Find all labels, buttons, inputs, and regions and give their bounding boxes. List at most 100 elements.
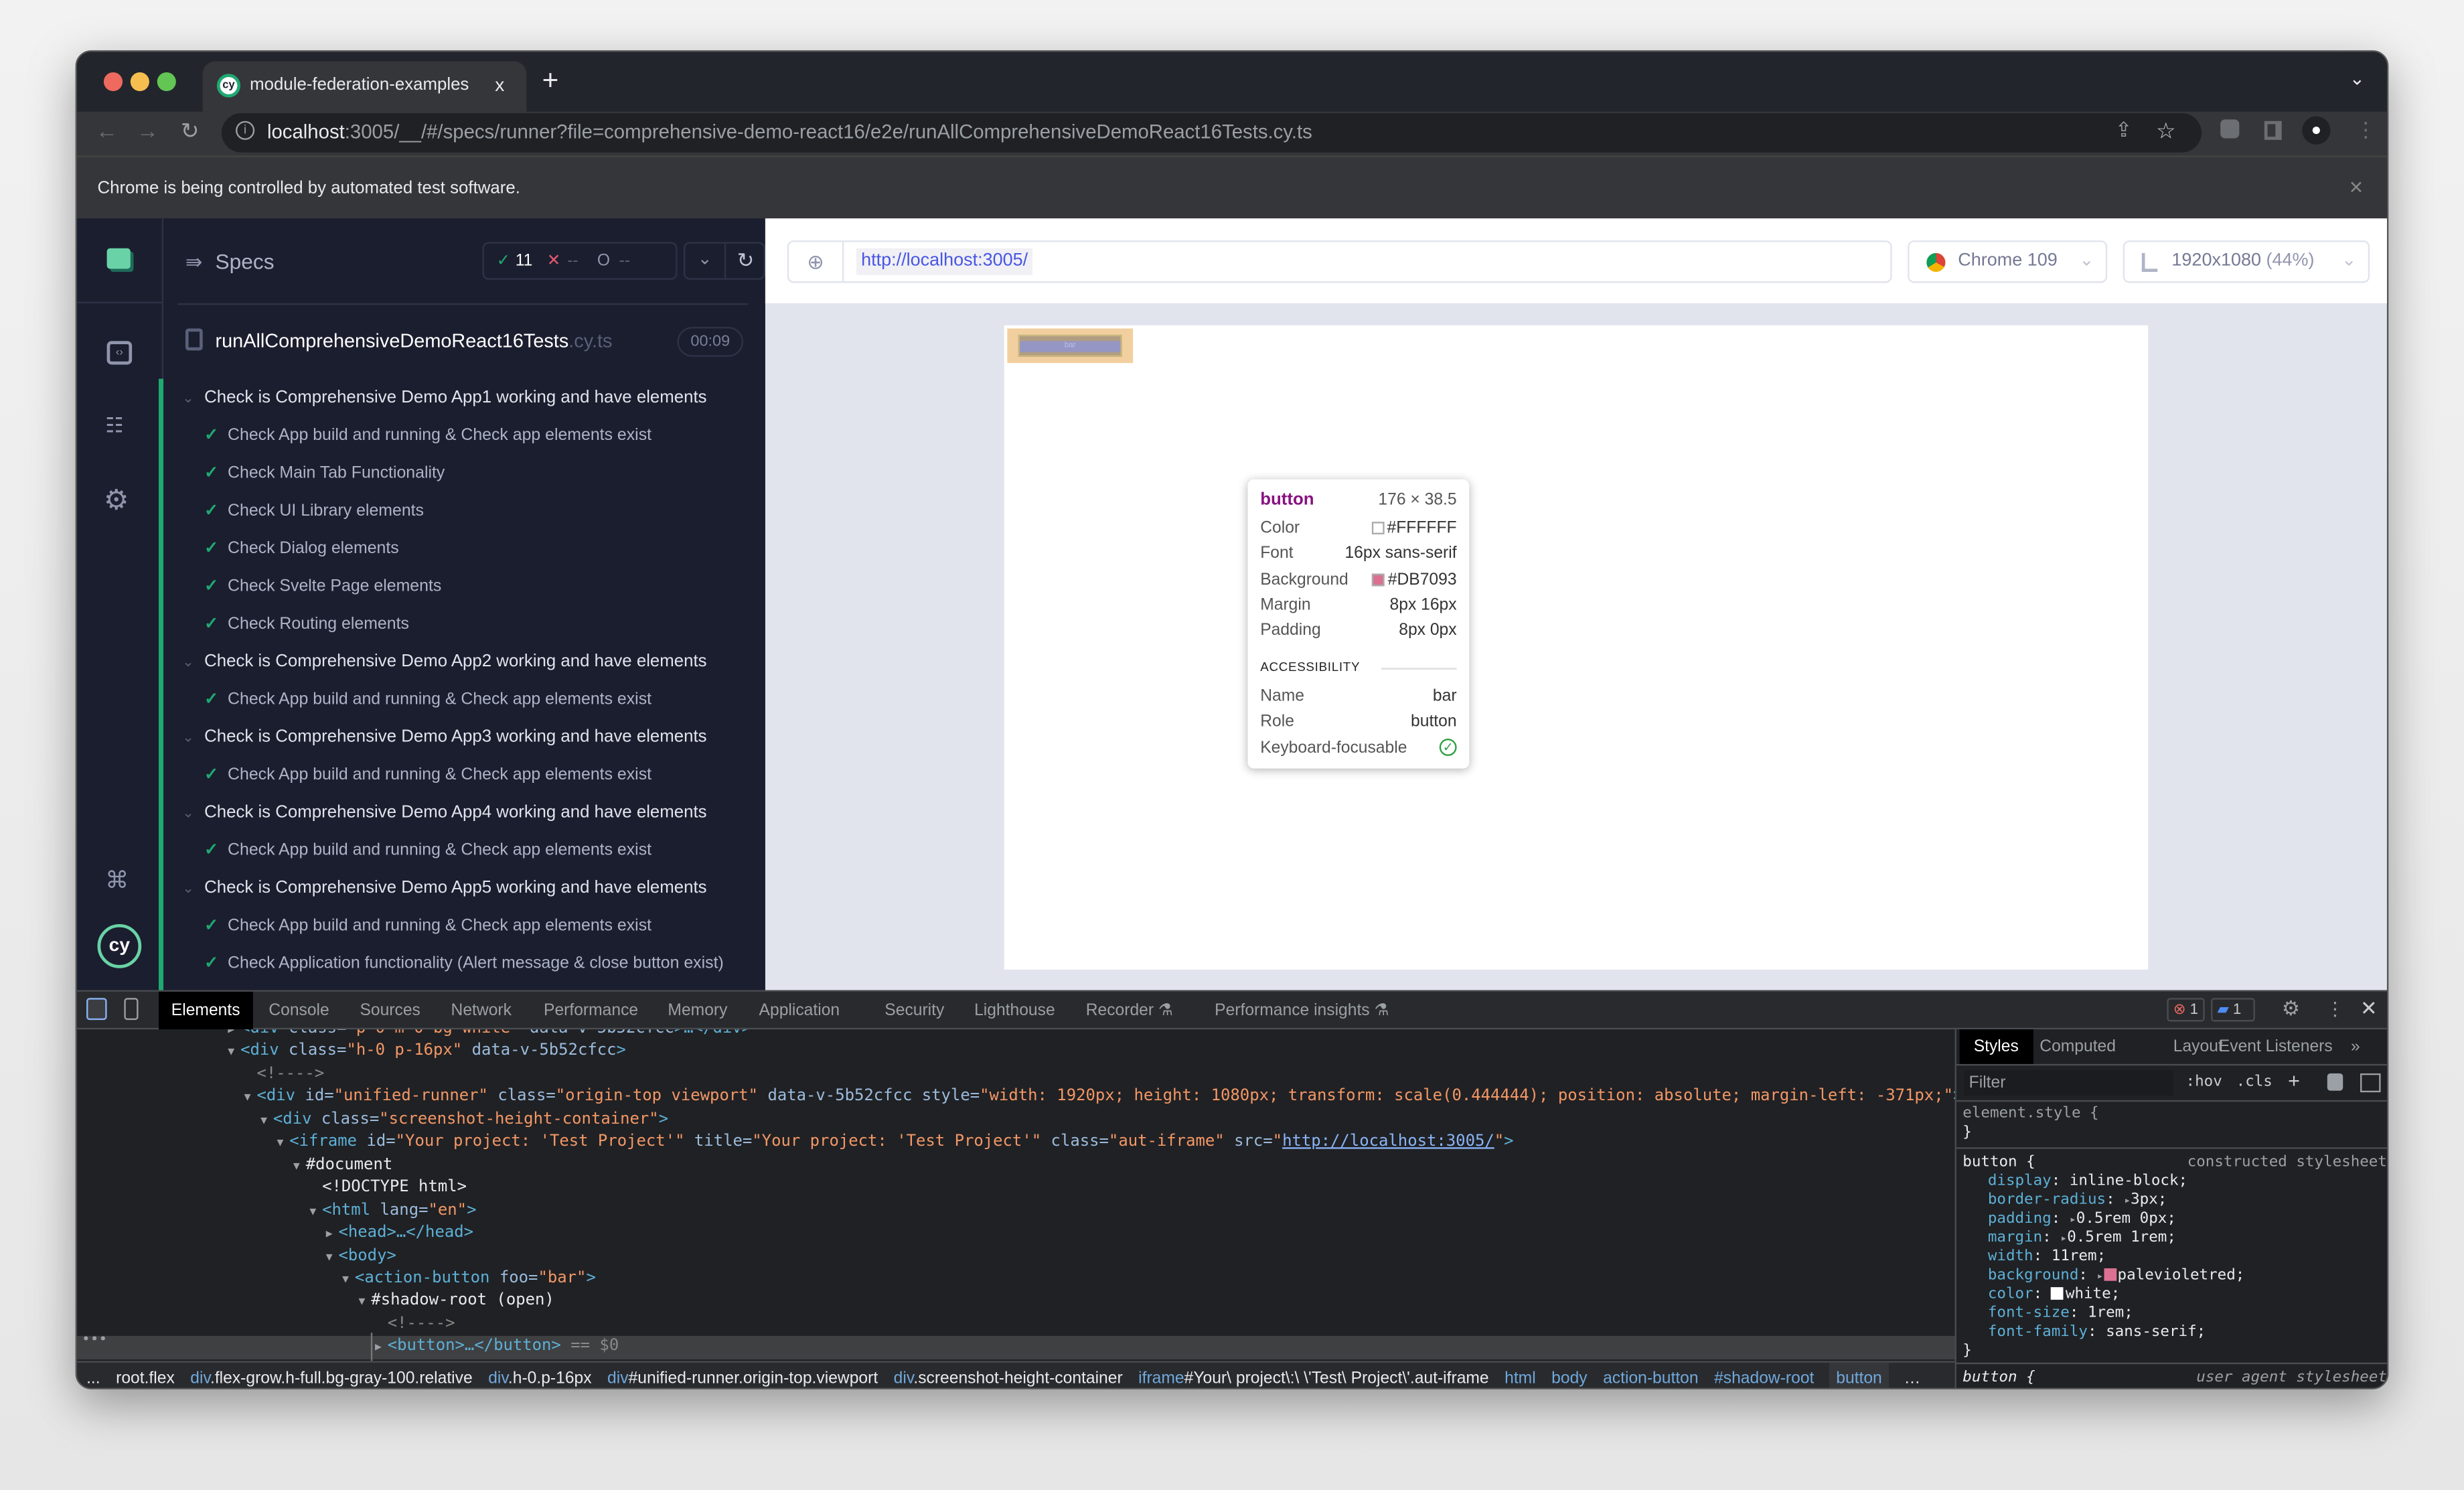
rule-source-link[interactable]: constructed stylesheet [2187,1154,2387,1171]
breadcrumb-item[interactable]: body [1551,1363,1587,1388]
sidebar-tab-2[interactable]: Layout [2173,1029,2223,1064]
expanded-triangle-icon[interactable]: ▼ [359,1291,372,1314]
browser-tab[interactable]: cy module-federation-examples x [202,61,527,112]
close-devtools-icon[interactable]: ✕ [2360,996,2378,1022]
devtools-tab-performance[interactable]: Performance [544,992,638,1029]
css-property[interactable]: width: 11rem; [1988,1248,2106,1265]
bookmark-star-icon[interactable]: ☆ [2156,118,2175,145]
new-style-rule-button[interactable]: + [2288,1069,2300,1092]
breadcrumb-item[interactable]: button [1829,1362,1889,1388]
breadcrumb-item[interactable]: #shadow-root [1714,1363,1814,1388]
dom-node[interactable]: ▼ #document [77,1154,1955,1177]
devtools-tab-elements[interactable]: Elements [159,991,253,1030]
site-info-icon[interactable]: i [236,121,255,140]
css-property[interactable]: padding: ▸0.5rem 0px; [1988,1210,2176,1227]
test-item[interactable]: ✓ Check Routing elements [204,605,739,643]
expanded-triangle-icon[interactable]: ▼ [293,1154,306,1177]
dom-node[interactable]: ▶ <head>…</head> [77,1223,1955,1246]
forward-icon[interactable]: → [137,118,159,143]
devtools-tab-memory[interactable]: Memory [668,992,727,1029]
test-item[interactable]: ✓ Check App build and running & Check app… [204,680,739,718]
styles-filter-input[interactable]: Filter [1964,1070,2173,1096]
devtools-menu-icon[interactable]: ⋮ [2325,998,2344,1020]
maximize-window-button[interactable] [157,72,176,92]
test-item[interactable]: ✓ Check UI Library elements [204,492,739,530]
expanded-triangle-icon[interactable]: ▼ [277,1132,289,1154]
keyboard-shortcuts-icon[interactable]: ⌘ [105,866,129,894]
cypress-logo-icon[interactable]: cy [97,923,142,968]
test-suite[interactable]: ⌄ Check is Comprehensive Demo App1 workin… [182,379,706,417]
css-property[interactable]: color: white; [1988,1286,2120,1303]
dom-node[interactable]: <!DOCTYPE html> [77,1177,1955,1200]
profile-avatar-icon[interactable]: ● [2302,116,2331,145]
sidebar-tab-3[interactable]: Event Listeners [2219,1029,2333,1064]
devtools-settings-gear-icon[interactable]: ⚙ [2282,996,2300,1022]
minimize-window-button[interactable] [130,72,149,92]
test-item[interactable]: ✓ Check Svelte Page elements [204,567,739,605]
runs-nav-icon[interactable]: ☷ [105,413,123,439]
test-item[interactable]: ✓ Check Application functionality (Alert … [204,944,739,982]
paint-roller-icon[interactable] [2327,1073,2343,1091]
sidebar-tab-0[interactable]: Styles [1959,1029,2033,1064]
devtools-tab-sources[interactable]: Sources [360,992,420,1029]
breadcrumb-item[interactable]: div.h-0.p-16px [488,1363,591,1388]
toggle-sidebar-icon[interactable] [2360,1073,2381,1093]
dom-node[interactable]: ▼ <div id="unified-runner" class="origin-… [77,1087,1955,1110]
errors-badge[interactable]: ⊗ 1 [2167,998,2205,1022]
test-item[interactable]: ✓ Check App build and running & Check app… [204,756,739,794]
css-property[interactable]: border-radius: ▸3px; [1988,1191,2167,1209]
inspect-element-icon[interactable] [86,998,107,1021]
dom-token[interactable]: http://localhost:3005/ [1282,1134,1494,1151]
sidebar-tab-4[interactable]: » [2351,1029,2360,1064]
sidebar-tab-1[interactable]: Computed [2039,1029,2116,1064]
rerun-icon[interactable]: ↻ [726,244,765,279]
color-swatch-icon[interactable] [2051,1287,2064,1300]
css-property[interactable]: font-size: 1rem; [1988,1305,2133,1322]
breadcrumb-item[interactable]: div.flex-grow.h-full.bg-gray-100.relativ… [190,1363,472,1388]
specs-nav-icon[interactable]: ‹› [106,341,133,365]
dom-node[interactable]: <!----> [77,1314,1955,1337]
test-suite[interactable]: ⌄ Check is Comprehensive Demo App3 workin… [182,719,706,756]
breadcrumb-item[interactable]: ... [86,1363,100,1388]
specs-list-icon[interactable]: ⇛ [185,250,203,275]
chrome-menu-icon[interactable]: ⋮ [2356,118,2376,143]
share-icon[interactable]: ⇪ [2115,118,2133,143]
devtools-tab-security[interactable]: Security [884,992,944,1029]
test-item[interactable]: ✓ Check App build and running & Check app… [204,417,739,454]
dom-node[interactable]: ▶<div class="p-0 m-0 bg-white" data-v-5b… [77,1029,1955,1041]
test-item[interactable]: ✓ Check Main Tab Functionality [204,454,739,492]
breadcrumb-item[interactable]: div#unified-runner.origin-top.viewport [607,1363,878,1388]
expanded-triangle-icon[interactable]: ▼ [326,1246,339,1268]
dom-node[interactable]: ▼ <action-button foo="bar"> [77,1268,1955,1291]
hover-state-toggle[interactable]: :hov [2186,1073,2222,1091]
collapsed-triangle-icon[interactable]: ▶ [375,1337,388,1359]
collapsed-triangle-icon[interactable]: ▶ [228,1029,240,1041]
new-tab-button[interactable]: + [542,64,559,97]
dom-tree[interactable]: ▶<div class="p-0 m-0 bg-white" data-v-5b… [76,1029,1955,1361]
specs-title[interactable]: Specs [216,250,275,273]
tab-search-chevron-icon[interactable]: ⌄ [2350,68,2366,90]
test-item[interactable]: ✓ Check Dialog elements [204,530,739,567]
project-logo-icon[interactable] [106,248,131,269]
viewport-selector[interactable]: 1920x1080 (44%) ⌄ [2123,240,2370,283]
test-suite[interactable]: ⌄ Check is Comprehensive Demo App4 workin… [182,794,706,831]
ua-rule-selector[interactable]: button { [1962,1369,2035,1386]
breadcrumb-item[interactable]: root.flex [116,1363,175,1388]
collapse-chevron-icon[interactable]: ⌄ [685,243,726,279]
settings-gear-icon[interactable]: ⚙ [104,484,129,517]
css-property[interactable]: display: inline-block; [1988,1173,2187,1190]
infobar-close-icon[interactable]: × [2350,175,2364,202]
css-property[interactable]: margin: ▸0.5rem 1rem; [1988,1229,2176,1246]
devtools-tab-performance[interactable]: Performance insights ⚗ [1215,992,1389,1029]
device-toolbar-icon[interactable] [124,998,139,1021]
dom-node[interactable]: ▼ <div class="screenshot-height-container… [77,1109,1955,1132]
test-suite[interactable]: ⌄ Check is Comprehensive Demo App5 workin… [182,869,706,907]
expanded-triangle-icon[interactable]: ▼ [260,1109,273,1132]
address-bar[interactable]: i localhost:3005/__/#/specs/runner?file=… [221,113,2202,153]
dom-ellipsis-icon[interactable]: ••• [82,1333,107,1348]
dom-node[interactable]: ▼ <div class="h-0 p-16px" data-v-5b52cfcc… [77,1041,1955,1064]
css-property[interactable]: background: ▸ palevioletred; [1988,1267,2245,1284]
reload-icon[interactable]: ↻ [181,118,200,145]
devtools-tab-console[interactable]: Console [268,992,329,1029]
devtools-tab-recorder[interactable]: Recorder ⚗ [1086,992,1173,1029]
